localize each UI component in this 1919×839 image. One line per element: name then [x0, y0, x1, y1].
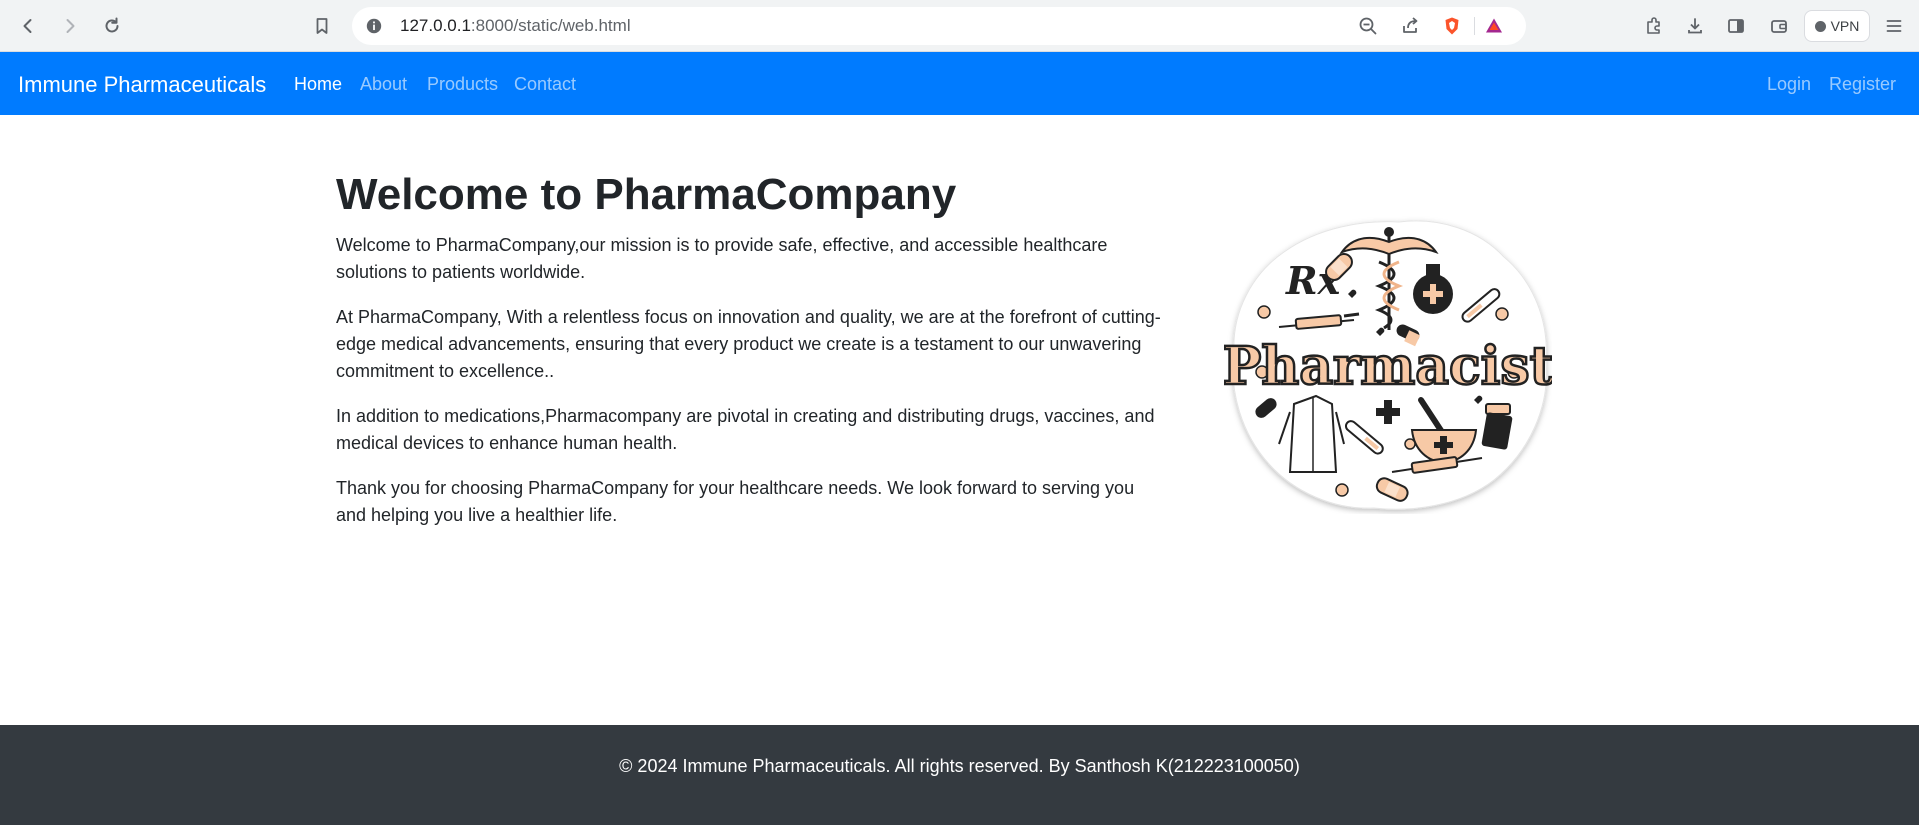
pharmacist-sticker-image: Rx Pharmacist: [1224, 220, 1552, 510]
nav-link-products[interactable]: Products: [427, 74, 498, 95]
innovation-paragraph: At PharmaCompany, With a relentless focu…: [336, 307, 1161, 381]
vpn-status-icon: [1814, 20, 1826, 32]
footer-copyright: © 2024 Immune Pharmaceuticals. All right…: [619, 756, 1300, 776]
navbar-brand[interactable]: Immune Pharmaceuticals: [18, 72, 266, 98]
bookmark-icon[interactable]: [308, 12, 336, 40]
pharmacist-text: Pharmacist: [1224, 336, 1552, 397]
nav-link-about[interactable]: About: [360, 74, 407, 95]
footer: © 2024 Immune Pharmaceuticals. All right…: [0, 725, 1919, 825]
forward-icon[interactable]: [56, 12, 84, 40]
nav-link-contact[interactable]: Contact: [514, 74, 576, 95]
vpn-button[interactable]: VPN: [1804, 10, 1870, 42]
url-host: 127.0.0.1: [400, 16, 471, 35]
url-path: :8000/static/web.html: [470, 16, 631, 35]
thanks-paragraph: Thank you for choosing PharmaCompany for…: [336, 478, 1135, 525]
brave-shield-icon[interactable]: [1438, 12, 1466, 40]
address-bar[interactable]: 127.0.0.1:8000/static/web.html: [352, 7, 1526, 45]
zoom-out-icon[interactable]: [1354, 12, 1382, 40]
url-text[interactable]: 127.0.0.1:8000/static/web.html: [400, 16, 631, 36]
reload-icon[interactable]: [98, 12, 126, 40]
pill-jar-icon: [1481, 403, 1513, 450]
wallet-icon[interactable]: [1765, 12, 1793, 40]
nav-link-register[interactable]: Register: [1829, 74, 1896, 95]
extensions-icon[interactable]: [1640, 12, 1668, 40]
back-icon[interactable]: [14, 12, 42, 40]
page-title: Welcome to PharmaCompany: [336, 170, 957, 219]
share-icon[interactable]: [1396, 12, 1424, 40]
pill-icon: [1404, 438, 1416, 450]
download-icon[interactable]: [1681, 12, 1709, 40]
sidebar-icon[interactable]: [1722, 12, 1750, 40]
divider: [1474, 17, 1475, 35]
nav-link-home[interactable]: Home: [294, 74, 342, 95]
menu-icon[interactable]: [1880, 12, 1908, 40]
vpn-label: VPN: [1830, 18, 1860, 34]
pill-icon: [1335, 483, 1349, 497]
products-paragraph: In addition to medications,Pharmacompany…: [336, 406, 1155, 453]
navbar: Immune Pharmaceuticals Home About Produc…: [0, 52, 1919, 115]
site-info-icon[interactable]: [364, 16, 384, 36]
nav-link-login[interactable]: Login: [1767, 74, 1811, 95]
intro-paragraph: Welcome to PharmaCompany,our mission is …: [336, 235, 1108, 282]
brave-rewards-icon[interactable]: [1480, 12, 1508, 40]
browser-toolbar: 127.0.0.1:8000/static/web.html VPN: [0, 0, 1919, 52]
